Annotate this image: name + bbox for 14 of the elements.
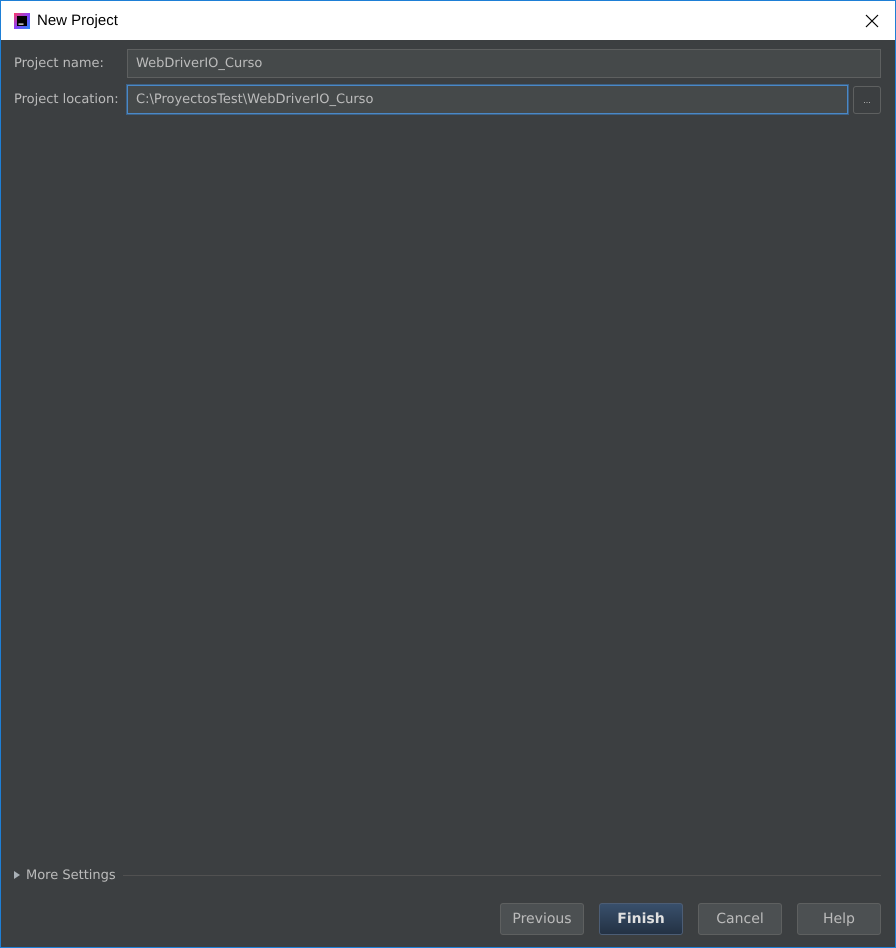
- close-icon: [865, 14, 879, 28]
- browse-button[interactable]: ...: [853, 86, 881, 114]
- text-field[interactable]: C:\ProyectosTest\WebDriverIO_Curso: [127, 85, 848, 114]
- text-field[interactable]: WebDriverIO_Curso: [127, 49, 881, 78]
- app-logo-icon: [14, 12, 30, 28]
- more-settings-toggle[interactable]: More Settings: [26, 868, 116, 882]
- expand-triangle-icon[interactable]: [14, 871, 20, 879]
- dialog-button[interactable]: Cancel: [698, 903, 782, 935]
- window-title: New Project: [37, 12, 119, 29]
- default-button[interactable]: Finish: [599, 903, 683, 935]
- dialog-button[interactable]: Help: [797, 903, 881, 935]
- field-label: Project location:: [14, 92, 120, 107]
- field-label: Project name:: [14, 56, 105, 71]
- dialog-button[interactable]: Previous: [500, 903, 584, 935]
